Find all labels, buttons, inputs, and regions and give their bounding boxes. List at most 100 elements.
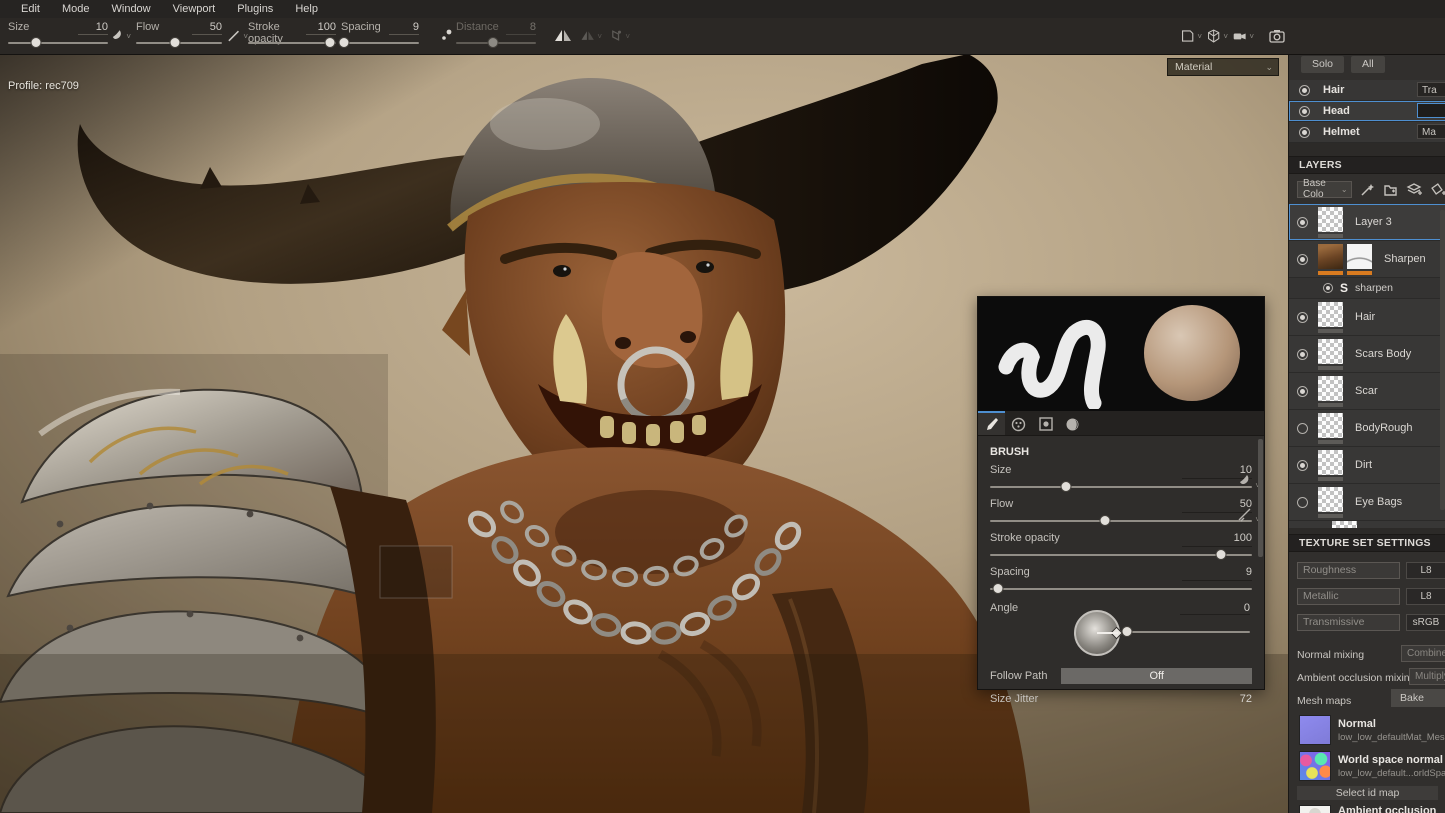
layer-visibility-icon[interactable] (1297, 497, 1308, 508)
ao-mixing-dropdown[interactable]: Multiply (1409, 668, 1445, 685)
size-slider[interactable] (8, 36, 108, 49)
layer-row-partial[interactable] (1289, 521, 1445, 528)
layer-row[interactable]: Layer 3 (1289, 204, 1445, 241)
radial-symmetry-icon[interactable]: ˅ (580, 25, 602, 47)
mesh-map-ambient-occlusion[interactable]: Ambient occlusion (1289, 800, 1445, 813)
pen-pressure-flow-icon[interactable]: ˅ (1237, 508, 1260, 527)
snap-icon[interactable]: ˅ (608, 25, 630, 47)
flow-slider[interactable] (136, 36, 222, 49)
bake-mesh-maps-button[interactable]: Bake (1391, 689, 1445, 707)
texture-set-row-helmet[interactable]: Helmet Ma (1289, 122, 1445, 143)
channel-name-field[interactable]: Roughness (1297, 562, 1400, 579)
layer-visibility-icon[interactable] (1297, 349, 1308, 360)
channel-dropdown[interactable]: Base Colo⌄ (1297, 181, 1352, 198)
brush-stroke-opacity-slider[interactable] (990, 548, 1252, 561)
brush-angle-slider[interactable] (1122, 625, 1250, 638)
texture-set-shader-badge[interactable]: Tra (1417, 82, 1445, 97)
add-fill-layer-icon[interactable] (1430, 181, 1445, 198)
stroke-opacity-value[interactable]: 100 (306, 21, 336, 35)
layer-mask-thumbnail[interactable] (1347, 244, 1372, 269)
panel-scrollbar[interactable] (1440, 210, 1445, 510)
texture-set-row-hair[interactable]: Hair Tra (1289, 80, 1445, 101)
texture-set-row-head[interactable]: Head (1289, 101, 1445, 122)
menu-mode[interactable]: Mode (51, 3, 101, 15)
stroke-opacity-slider[interactable] (248, 36, 336, 49)
brush-angle-value[interactable]: 0 (1180, 602, 1250, 615)
screenshot-camera-icon[interactable] (1266, 25, 1288, 47)
tab-brush[interactable] (978, 411, 1005, 435)
effect-visibility-icon[interactable] (1323, 283, 1333, 293)
layer-visibility-icon[interactable] (1297, 312, 1308, 323)
menu-help[interactable]: Help (284, 3, 329, 15)
follow-path-toggle[interactable]: Off (1061, 668, 1252, 684)
symmetry-icon[interactable] (552, 25, 574, 47)
add-effect-icon[interactable] (1360, 181, 1375, 198)
layer-visibility-icon[interactable] (1297, 254, 1308, 265)
spacing-value[interactable]: 9 (389, 21, 419, 35)
layer-row[interactable]: Scar (1289, 373, 1445, 410)
scatter-icon[interactable] (436, 25, 458, 47)
pen-pressure-size-icon[interactable]: ˅ (1237, 474, 1260, 493)
layer-effect-row[interactable]: S sharpen (1289, 278, 1445, 299)
texture-set-visibility-icon[interactable] (1299, 85, 1310, 96)
normal-map-thumbnail[interactable] (1299, 715, 1331, 745)
layer-row[interactable]: Hair (1289, 299, 1445, 336)
texture-set-shader-badge[interactable] (1417, 103, 1445, 118)
layer-thumbnail[interactable] (1318, 207, 1343, 232)
brush-size-slider[interactable] (990, 480, 1252, 493)
stroke-style-icon[interactable]: ˅ (226, 25, 248, 47)
brush-panel-scrollbar[interactable] (1258, 439, 1263, 557)
layer-visibility-icon[interactable] (1297, 217, 1308, 228)
texture-set-shader-badge[interactable]: Ma (1417, 124, 1445, 139)
layer-visibility-icon[interactable] (1297, 423, 1308, 434)
size-value[interactable]: 10 (78, 21, 108, 35)
texture-set-visibility-icon[interactable] (1299, 106, 1310, 117)
mesh-map-world-space-normal[interactable]: World space normal low_low_default...orl… (1289, 748, 1445, 784)
menu-plugins[interactable]: Plugins (226, 3, 284, 15)
tab-stencil[interactable] (1032, 411, 1059, 435)
layer-visibility-icon[interactable] (1297, 386, 1308, 397)
brush-flow-slider[interactable] (990, 514, 1252, 527)
channel-name-field[interactable]: Transmissive (1297, 614, 1400, 631)
channel-format-dropdown[interactable]: L8 (1406, 588, 1445, 605)
viewport-mode-icon[interactable]: ˅ (1180, 25, 1202, 47)
spacing-slider[interactable] (341, 36, 419, 49)
brush-spacing-slider[interactable] (990, 582, 1252, 595)
layer-thumbnail[interactable] (1318, 244, 1343, 269)
layer-row[interactable]: Sharpen (1289, 241, 1445, 278)
size-jitter-value[interactable]: 72 (1240, 693, 1252, 705)
normal-mixing-dropdown[interactable]: Combine (1401, 645, 1445, 662)
texture-set-visibility-icon[interactable] (1299, 127, 1310, 138)
menu-viewport[interactable]: Viewport (162, 3, 227, 15)
brush-spacing-value[interactable]: 9 (1182, 566, 1252, 581)
select-id-map-button[interactable]: Select id map (1297, 786, 1438, 800)
tab-alpha[interactable] (1005, 411, 1032, 435)
tab-material[interactable] (1059, 411, 1086, 435)
channel-format-dropdown[interactable]: L8 (1406, 562, 1445, 579)
solo-button[interactable]: Solo (1301, 56, 1344, 73)
layer-visibility-icon[interactable] (1297, 460, 1308, 471)
layer-thumbnail[interactable] (1318, 376, 1343, 401)
ao-map-thumbnail[interactable] (1299, 805, 1331, 813)
layer-thumbnail[interactable] (1318, 413, 1343, 438)
layer-thumbnail[interactable] (1318, 450, 1343, 475)
layer-row[interactable]: Dirt (1289, 447, 1445, 484)
perspective-cube-icon[interactable]: ˅ (1206, 25, 1228, 47)
brush-tip-icon[interactable]: ˅ (109, 25, 131, 47)
channel-format-dropdown[interactable]: sRGB (1406, 614, 1445, 631)
brush-stroke-opacity-value[interactable]: 100 (1182, 532, 1252, 547)
menu-edit[interactable]: Edit (10, 3, 51, 15)
layer-row[interactable]: Eye Bags (1289, 484, 1445, 521)
layer-row[interactable]: BodyRough (1289, 410, 1445, 447)
layer-thumbnail[interactable] (1318, 487, 1343, 512)
layer-thumbnail[interactable] (1318, 339, 1343, 364)
layer-row[interactable]: Scars Body (1289, 336, 1445, 373)
add-layer-icon[interactable] (1406, 181, 1422, 198)
menu-window[interactable]: Window (101, 3, 162, 15)
layer-thumbnail[interactable] (1318, 302, 1343, 327)
mesh-map-normal[interactable]: Normal low_low_defaultMat_MeshNo (1289, 712, 1445, 748)
flow-value[interactable]: 50 (192, 21, 222, 35)
brush-angle-dial[interactable] (1074, 610, 1120, 656)
channel-name-field[interactable]: Metallic (1297, 588, 1400, 605)
world-space-normal-thumbnail[interactable] (1299, 751, 1331, 781)
